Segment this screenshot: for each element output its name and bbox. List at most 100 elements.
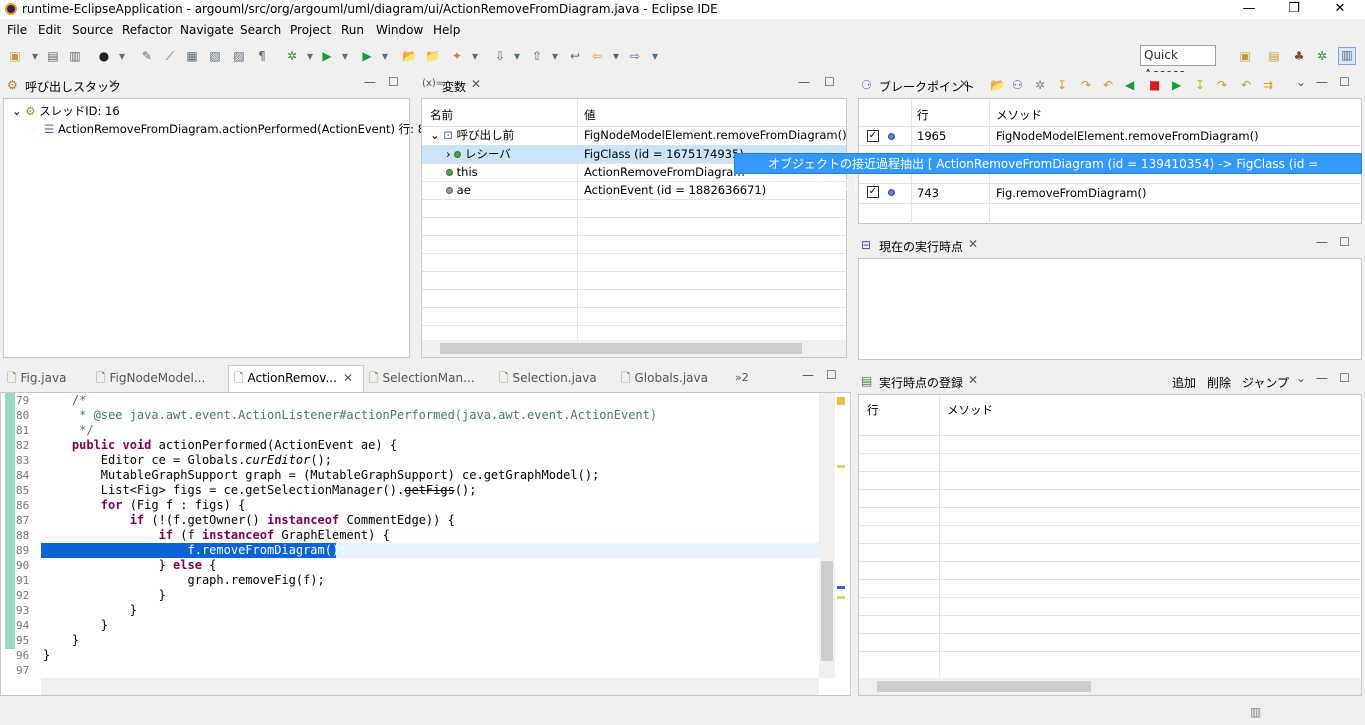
variables-title[interactable]: 変数 [442, 78, 466, 95]
forward-icon[interactable]: ⇨ [628, 49, 642, 63]
close-icon[interactable]: ✕ [968, 237, 978, 251]
minimize-button[interactable]: — [1226, 0, 1272, 19]
context-popup-item[interactable]: オブジェクトの接近過程抽出 [ ActionRemoveFromDiagram … [734, 153, 1362, 192]
word-wrap-icon[interactable]: ▦ [185, 49, 199, 63]
current-exec-title[interactable]: 現在の実行時点 [879, 238, 963, 255]
menu-help[interactable]: Help [433, 23, 460, 37]
thread-row[interactable]: ⌄ ⚙ スレッドID: 16 [12, 102, 120, 120]
last-edit-icon[interactable]: ↩ [568, 49, 582, 63]
maximize-icon[interactable]: ☐ [824, 75, 835, 89]
step-over-icon[interactable]: ↷ [1217, 78, 1227, 92]
column-header-name[interactable]: 名前 [430, 106, 453, 124]
dropdown-icon[interactable]: ▾ [468, 49, 482, 63]
progress-icon[interactable]: ▥ [1250, 705, 1261, 719]
dropdown-icon[interactable]: ▾ [378, 49, 392, 63]
step-into-icon[interactable]: ↧ [1057, 78, 1067, 92]
search-icon[interactable]: ✦ [450, 49, 464, 63]
quick-access-input[interactable]: Quick Access [1140, 45, 1216, 81]
horizontal-scrollbar[interactable] [41, 678, 819, 695]
minimize-icon[interactable]: — [802, 368, 814, 382]
close-icon[interactable]: ✕ [968, 373, 978, 387]
stack-frame-row[interactable]: ☰ ActionRemoveFromDiagram.actionPerforme… [44, 120, 432, 138]
next-annotation-icon[interactable]: ⇩ [493, 49, 507, 63]
minimize-icon[interactable]: — [1316, 235, 1328, 249]
variable-row[interactable]: › レシーバ [446, 145, 511, 163]
tab-overflow[interactable]: »2 [735, 368, 749, 392]
minimize-icon[interactable]: — [1316, 75, 1328, 89]
close-icon[interactable]: ✕ [108, 77, 118, 91]
resume-back-icon[interactable]: ◀ [1125, 78, 1134, 92]
open-type-icon[interactable]: 📂 [402, 49, 417, 63]
delete-button[interactable]: 削除 [1207, 374, 1231, 391]
minimize-icon[interactable]: — [1316, 371, 1328, 385]
step-return-icon[interactable]: ↶ [1241, 78, 1251, 92]
registered-title[interactable]: 実行時点の登録 [879, 374, 963, 391]
back-icon[interactable]: ⇦ [590, 49, 604, 63]
variable-row[interactable]: ae [446, 181, 471, 199]
menu-search[interactable]: Search [240, 23, 281, 37]
resource-perspective-icon[interactable]: ▤ [1267, 49, 1281, 63]
jump-button[interactable]: ジャンプ [1242, 374, 1289, 391]
view-menu-icon[interactable]: ⌄ [1296, 75, 1306, 89]
callstack-title[interactable]: 呼び出しスタック [25, 78, 121, 95]
maximize-icon[interactable]: ☐ [826, 368, 837, 382]
tab-fig-java[interactable]: 🗋 Fig.java [7, 368, 66, 392]
maximize-button[interactable]: ❐ [1271, 0, 1317, 19]
terminate-icon[interactable]: ■ [1149, 78, 1160, 92]
open-perspective-icon[interactable]: ▣ [1238, 49, 1252, 63]
breakpoint-checkbox[interactable]: ✓ [867, 130, 879, 142]
code-editor[interactable]: 79 80 81 82 83 84 85 86 87 88 89 90 91 9… [0, 392, 851, 696]
variable-row[interactable]: ⌄ ⊡ 呼び出し前 [430, 126, 514, 144]
menu-source[interactable]: Source [72, 23, 113, 37]
menu-window[interactable]: Window [376, 23, 423, 37]
skip-breakpoints-icon[interactable]: ⟋ [163, 49, 177, 63]
close-icon[interactable]: ✕ [471, 77, 481, 91]
breakpoint-checkbox[interactable]: ✓ [867, 186, 879, 198]
expand-icon[interactable]: ⌄ [12, 104, 22, 118]
column-header-line[interactable]: 行 [917, 106, 929, 124]
tab-globals-java[interactable]: 🗋 Globals.java [621, 368, 708, 392]
add-button[interactable]: 追加 [1172, 374, 1196, 391]
chevron-icon[interactable]: › [446, 147, 451, 161]
dropdown-icon[interactable]: ▾ [28, 49, 42, 63]
close-window-button[interactable]: ✕ [1317, 0, 1363, 19]
dropdown-icon[interactable]: ▾ [648, 49, 662, 63]
drop-to-frame-icon[interactable]: ⇉ [1263, 78, 1273, 92]
toggle-breakpoint-icon[interactable]: ✎ [140, 49, 154, 63]
minimize-icon[interactable]: — [364, 75, 376, 89]
menu-edit[interactable]: Edit [38, 23, 61, 37]
tab-actionremove[interactable]: 🗋 ActionRemov... [234, 368, 337, 392]
prev-annotation-icon[interactable]: ⇧ [530, 49, 544, 63]
column-header-line[interactable]: 行 [867, 401, 879, 419]
tab-fignodemodel[interactable]: 🗋 FigNodeModel... [96, 368, 205, 392]
column-header-method[interactable]: メソッド [947, 401, 993, 419]
debug-icon[interactable]: ✲ [285, 49, 299, 63]
menu-project[interactable]: Project [290, 23, 331, 37]
step-into-icon[interactable]: ↧ [1195, 78, 1205, 92]
view-menu-icon[interactable]: ⌄ [1296, 371, 1306, 385]
maximize-icon[interactable]: ☐ [1339, 75, 1350, 89]
layout-perspective-icon[interactable]: ▥ [1338, 47, 1356, 65]
debug-perspective-icon[interactable]: ✲ [1315, 49, 1329, 63]
menu-run[interactable]: Run [341, 23, 364, 37]
run-external-icon[interactable]: ▶ [360, 49, 374, 63]
column-header-value[interactable]: 値 [584, 106, 596, 124]
variable-row[interactable]: this [446, 163, 478, 181]
open-resource-icon[interactable]: 📁 [425, 49, 440, 63]
dropdown-icon[interactable]: ▾ [115, 49, 129, 63]
debug-icon[interactable]: ✲ [1035, 78, 1045, 92]
tab-selectionman[interactable]: 🗋 SelectionMan... [369, 368, 475, 392]
link-icon[interactable]: ⚇ [1012, 78, 1023, 92]
tab-selection-java[interactable]: 🗋 Selection.java [499, 368, 597, 392]
horizontal-scrollbar[interactable] [422, 340, 846, 357]
maximize-icon[interactable]: ☐ [1339, 235, 1350, 249]
maximize-icon[interactable]: ☐ [388, 75, 399, 89]
menu-navigate[interactable]: Navigate [180, 23, 234, 37]
step-return-icon[interactable]: ↶ [1103, 78, 1113, 92]
menu-refactor[interactable]: Refactor [122, 23, 172, 37]
dropdown-icon[interactable]: ▾ [338, 49, 352, 63]
java-perspective-icon[interactable]: ♣ [1292, 49, 1306, 63]
vertical-scrollbar[interactable] [819, 393, 835, 678]
pilcrow-icon[interactable]: ¶ [255, 49, 269, 63]
save-icon[interactable]: ▤ [46, 49, 60, 63]
